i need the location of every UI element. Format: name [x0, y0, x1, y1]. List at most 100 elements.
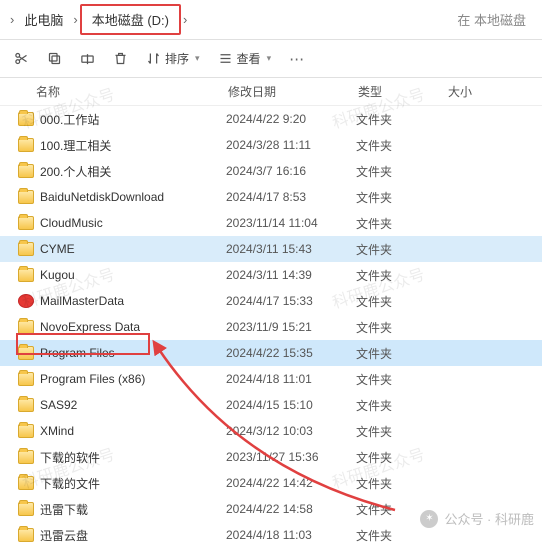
file-type: 文件夹	[356, 397, 446, 414]
file-name: SAS92	[40, 398, 226, 412]
table-row[interactable]: 100.理工相关2024/3/28 11:11文件夹	[0, 132, 542, 158]
table-row[interactable]: BaiduNetdiskDownload2024/4/17 8:53文件夹	[0, 184, 542, 210]
folder-icon	[18, 398, 34, 412]
file-name: 100.理工相关	[40, 137, 226, 154]
file-type: 文件夹	[356, 371, 446, 388]
file-type: 文件夹	[356, 163, 446, 180]
folder-icon	[18, 138, 34, 152]
file-name: Program Files	[40, 346, 226, 360]
file-date: 2024/3/11 15:43	[226, 242, 356, 256]
file-date: 2024/3/7 16:16	[226, 164, 356, 178]
file-date: 2024/4/22 14:42	[226, 476, 356, 490]
sort-icon	[146, 51, 161, 66]
file-type: 文件夹	[356, 319, 446, 336]
view-button[interactable]: 查看 ▾	[218, 50, 272, 67]
chevron-down-icon: ▾	[267, 53, 272, 64]
breadcrumb-root[interactable]: 此电脑	[16, 6, 71, 33]
folder-icon	[18, 268, 34, 282]
file-date: 2023/11/9 15:21	[226, 320, 356, 334]
table-row[interactable]: SAS922024/4/15 15:10文件夹	[0, 392, 542, 418]
folder-icon	[18, 476, 34, 490]
folder-icon	[18, 372, 34, 386]
folder-icon	[18, 450, 34, 464]
table-row[interactable]: MailMasterData2024/4/17 15:33文件夹	[0, 288, 542, 314]
file-type: 文件夹	[356, 241, 446, 258]
header-type[interactable]: 类型	[358, 83, 448, 100]
table-row[interactable]: 000.工作站2024/4/22 9:20文件夹	[0, 106, 542, 132]
folder-icon	[18, 528, 34, 542]
copy-icon	[47, 51, 62, 66]
breadcrumb[interactable]: › 此电脑 › 本地磁盘 (D:) › 在 本地磁盘	[0, 0, 542, 40]
column-headers: 名称 修改日期 类型 大小	[0, 78, 542, 106]
folder-icon	[18, 424, 34, 438]
table-row[interactable]: CloudMusic2023/11/14 11:04文件夹	[0, 210, 542, 236]
file-date: 2024/4/22 14:58	[226, 502, 356, 516]
wechat-icon: ✶	[420, 510, 438, 528]
folder-icon	[18, 242, 34, 256]
file-name: Kugou	[40, 268, 226, 282]
table-row[interactable]: 200.个人相关2024/3/7 16:16文件夹	[0, 158, 542, 184]
file-name: 迅雷云盘	[40, 527, 226, 544]
table-row[interactable]: 下载的软件2023/11/27 15:36文件夹	[0, 444, 542, 470]
file-type: 文件夹	[356, 111, 446, 128]
file-date: 2024/4/18 11:03	[226, 528, 356, 542]
delete-button[interactable]	[113, 51, 128, 66]
sort-button[interactable]: 排序 ▾	[146, 50, 200, 67]
file-date: 2024/3/12 10:03	[226, 424, 356, 438]
file-type: 文件夹	[356, 449, 446, 466]
chevron-right-icon: ›	[8, 12, 16, 27]
table-row[interactable]: 下载的文件2024/4/22 14:42文件夹	[0, 470, 542, 496]
header-size[interactable]: 大小	[448, 83, 542, 100]
folder-icon	[18, 216, 34, 230]
header-date[interactable]: 修改日期	[228, 83, 358, 100]
table-row[interactable]: XMind2024/3/12 10:03文件夹	[0, 418, 542, 444]
view-label: 查看	[237, 50, 261, 67]
folder-icon	[18, 190, 34, 204]
file-date: 2024/4/22 9:20	[226, 112, 356, 126]
trash-icon	[113, 51, 128, 66]
table-row[interactable]: Kugou2024/3/11 14:39文件夹	[0, 262, 542, 288]
header-name[interactable]: 名称	[36, 83, 228, 100]
cut-button[interactable]	[14, 51, 29, 66]
search-placeholder[interactable]: 在 本地磁盘	[457, 10, 534, 29]
file-date: 2024/4/15 15:10	[226, 398, 356, 412]
breadcrumb-drive[interactable]: 本地磁盘 (D:)	[80, 4, 181, 35]
chevron-right-icon: ›	[181, 12, 189, 27]
table-row[interactable]: Program Files (x86)2024/4/18 11:01文件夹	[0, 366, 542, 392]
more-button[interactable]: ⋯	[289, 50, 304, 68]
folder-icon	[18, 346, 34, 360]
table-row[interactable]: Program Files2024/4/22 15:35文件夹	[0, 340, 542, 366]
file-name: 迅雷下载	[40, 501, 226, 518]
file-date: 2024/4/18 11:01	[226, 372, 356, 386]
table-row[interactable]: CYME2024/3/11 15:43文件夹	[0, 236, 542, 262]
toolbar: 排序 ▾ 查看 ▾ ⋯	[0, 40, 542, 78]
footer-text: 公众号 · 科研鹿	[444, 509, 534, 528]
file-name: NovoExpress Data	[40, 320, 226, 334]
file-name: 下载的软件	[40, 449, 226, 466]
file-type: 文件夹	[356, 137, 446, 154]
file-list[interactable]: 000.工作站2024/4/22 9:20文件夹100.理工相关2024/3/2…	[0, 106, 542, 548]
file-date: 2024/4/22 15:35	[226, 346, 356, 360]
scissors-icon	[14, 51, 29, 66]
file-date: 2023/11/27 15:36	[226, 450, 356, 464]
file-type: 文件夹	[356, 293, 446, 310]
folder-icon	[18, 502, 34, 516]
file-name: 下载的文件	[40, 475, 226, 492]
file-name: 200.个人相关	[40, 163, 226, 180]
file-type: 文件夹	[356, 345, 446, 362]
chevron-down-icon: ▾	[195, 53, 200, 64]
file-name: Program Files (x86)	[40, 372, 226, 386]
copy-button[interactable]	[47, 51, 62, 66]
file-name: XMind	[40, 424, 226, 438]
folder-icon	[18, 164, 34, 178]
mail-icon	[18, 294, 34, 308]
footer-badge: ✶ 公众号 · 科研鹿	[420, 509, 534, 528]
file-name: CYME	[40, 242, 226, 256]
folder-icon	[18, 112, 34, 126]
file-date: 2024/3/11 14:39	[226, 268, 356, 282]
file-name: 000.工作站	[40, 111, 226, 128]
table-row[interactable]: NovoExpress Data2023/11/9 15:21文件夹	[0, 314, 542, 340]
rename-button[interactable]	[80, 51, 95, 66]
file-type: 文件夹	[356, 527, 446, 544]
sort-label: 排序	[165, 50, 189, 67]
